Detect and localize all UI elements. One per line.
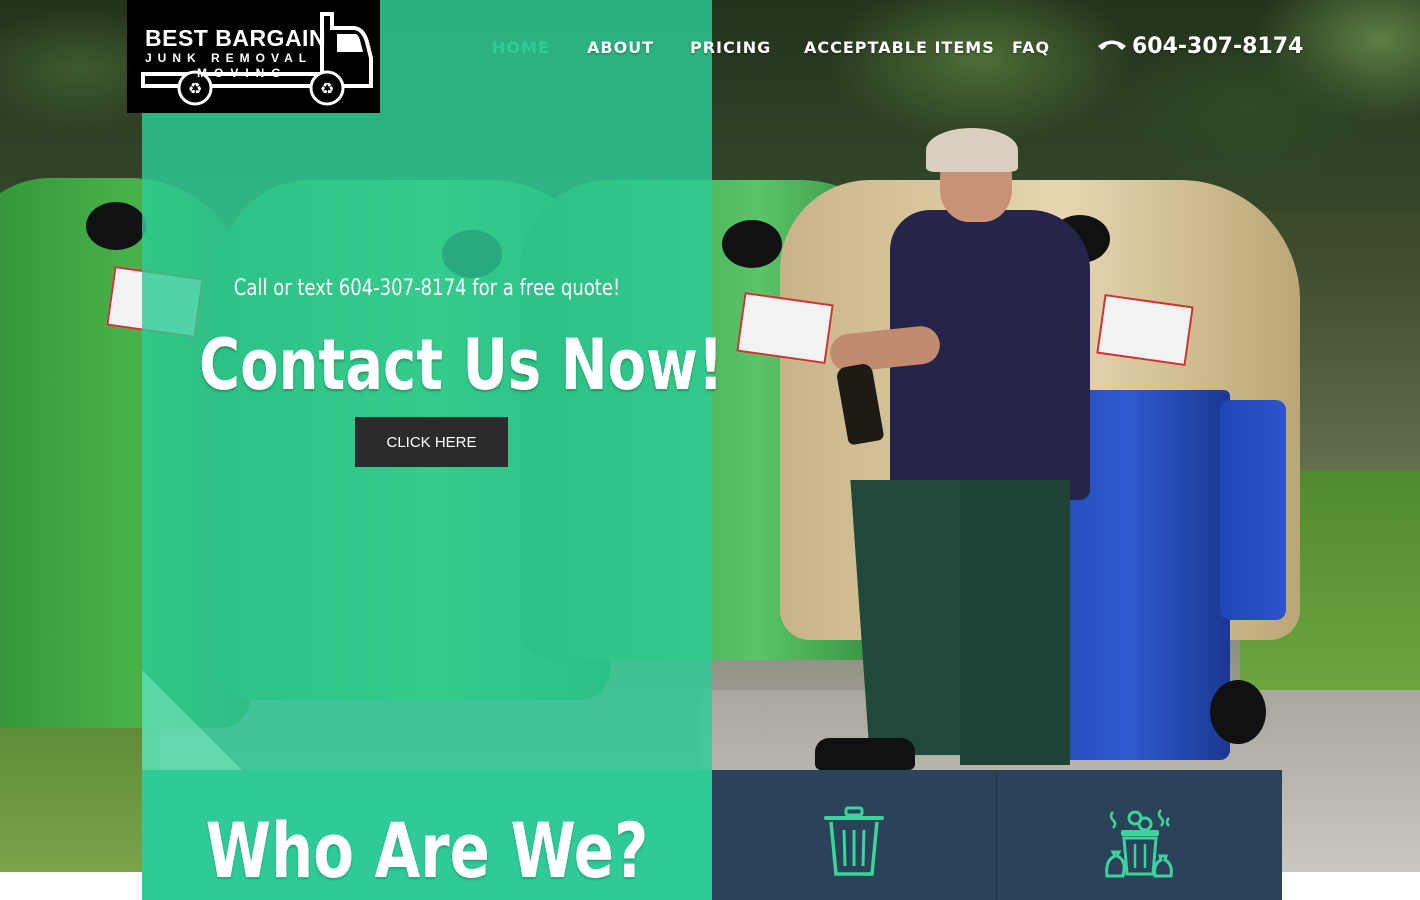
who-are-we-card: Who Are We?	[142, 770, 712, 900]
container-hole	[86, 202, 146, 250]
container-sticker	[736, 292, 834, 364]
person-cap	[926, 128, 1018, 172]
page-background-strip	[1282, 872, 1420, 900]
logo-line-2: JUNK REMOVAL	[145, 51, 313, 65]
nav-acceptable-items[interactable]: ACCEPTABLE ITEMS	[804, 38, 995, 57]
service-card-trash[interactable]	[712, 770, 997, 900]
bin-wheel	[1210, 680, 1266, 744]
container-hole	[722, 220, 782, 268]
svg-text:♻: ♻	[320, 79, 334, 98]
nav-pricing[interactable]: PRICING	[690, 38, 771, 57]
header-phone-link[interactable]: 604-307-8174	[1096, 34, 1303, 59]
section-title: Who Are We?	[205, 806, 649, 895]
service-card-garbage[interactable]	[997, 770, 1282, 900]
trash-can-icon	[824, 806, 884, 876]
logo-line-1: BEST BARGAIN	[145, 25, 327, 51]
nav-faq[interactable]: FAQ	[1012, 38, 1050, 57]
container-sticker	[1096, 294, 1194, 366]
site-logo[interactable]: ♻ ♻ BEST BARGAIN JUNK REMOVAL MOVING	[127, 0, 380, 113]
garbage-bags-icon	[1105, 809, 1173, 878]
blue-bin-lid	[1220, 400, 1286, 620]
nav-about[interactable]: ABOUT	[587, 38, 654, 57]
page-background-strip	[0, 872, 142, 900]
header-phone-number: 604-307-8174	[1132, 34, 1304, 59]
hero-subheading: Call or text 604-307-8174 for a free quo…	[233, 276, 621, 301]
person-leg	[960, 480, 1070, 765]
person-shoe	[815, 738, 915, 770]
svg-text:♻: ♻	[188, 79, 202, 98]
nav-home[interactable]: HOME	[492, 38, 550, 57]
phone-icon	[1098, 40, 1126, 50]
logo-line-3: MOVING	[197, 66, 288, 80]
hero-headline: Contact Us Now!	[199, 324, 724, 406]
click-here-button[interactable]: CLICK HERE	[355, 417, 508, 467]
